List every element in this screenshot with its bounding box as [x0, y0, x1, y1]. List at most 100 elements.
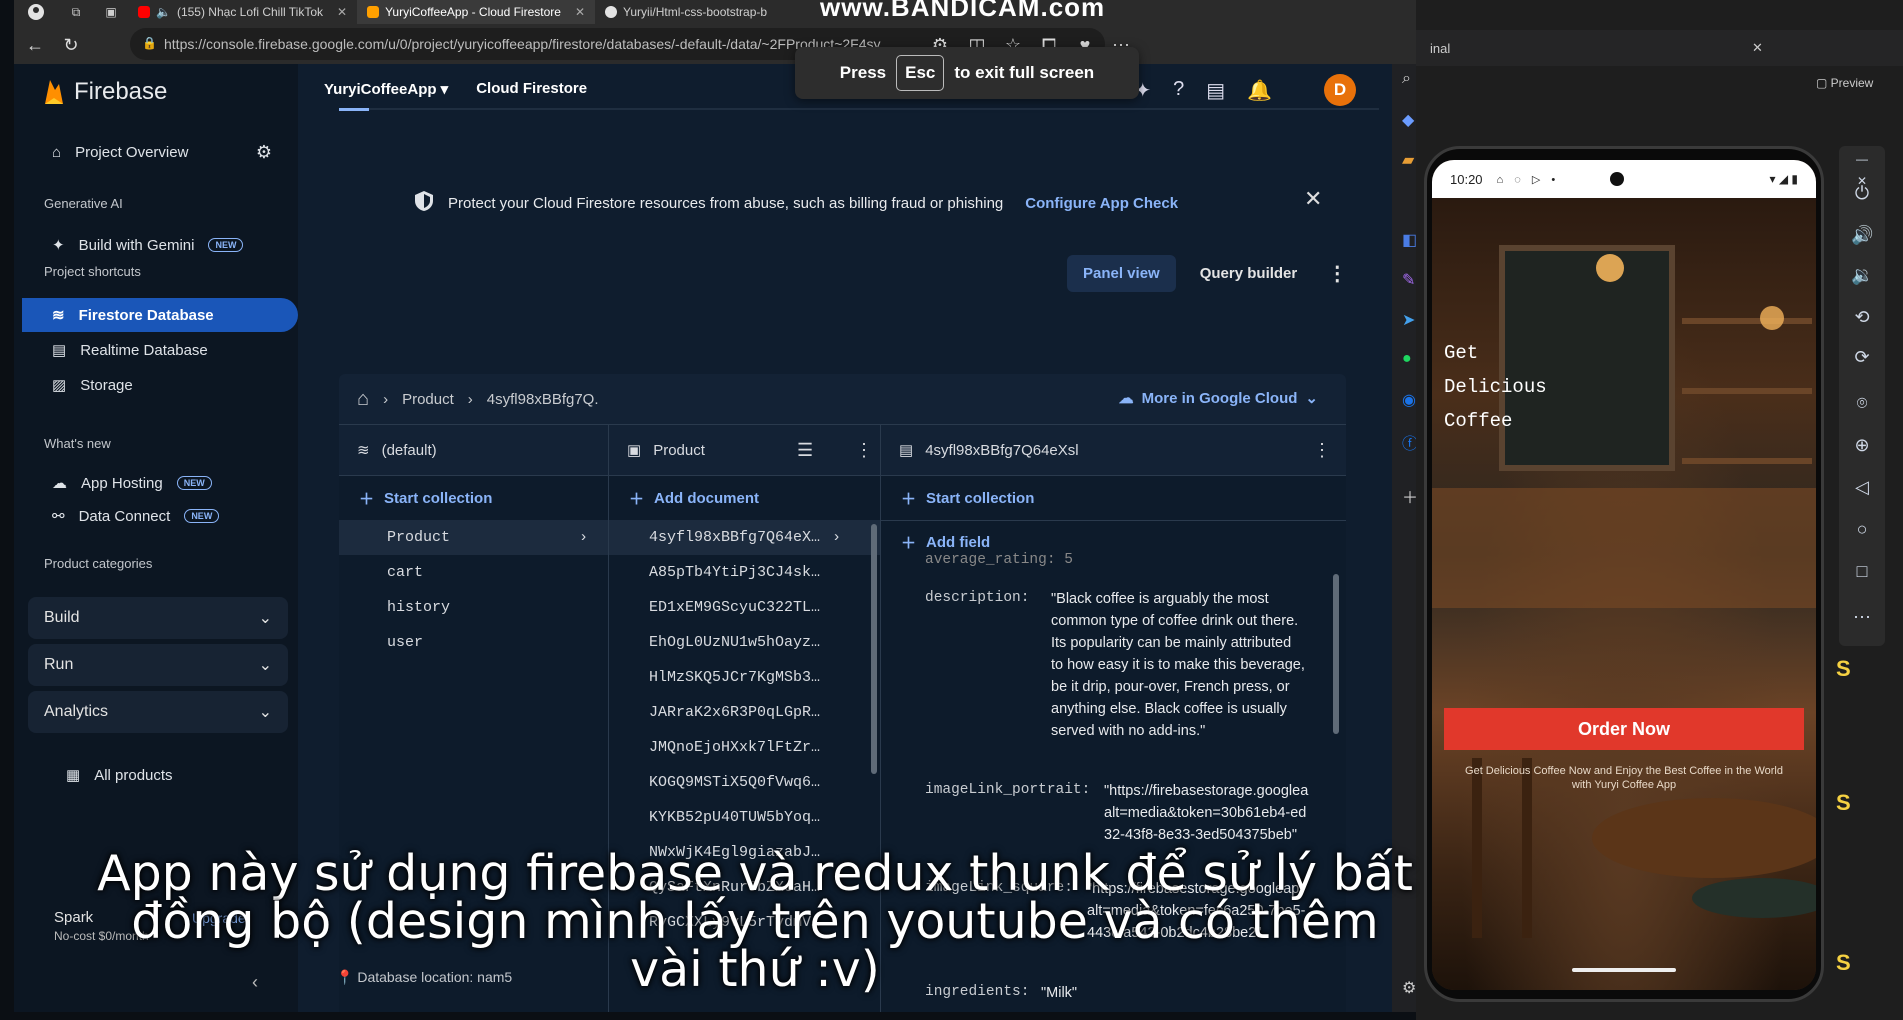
- document-item[interactable]: ED1xEM9GScyuC322TL…: [609, 590, 880, 625]
- tab-actions-icon[interactable]: ▣: [94, 5, 128, 19]
- zalo-icon[interactable]: ◉: [1402, 390, 1416, 410]
- outlook-icon[interactable]: ◧: [1402, 230, 1416, 250]
- configure-app-check-link[interactable]: Configure App Check: [1025, 195, 1178, 212]
- collection-item[interactable]: history: [339, 590, 608, 625]
- overview-nav-icon[interactable]: □: [1851, 560, 1873, 582]
- volume-up-icon[interactable]: 🔊: [1851, 224, 1873, 246]
- start-collection-button[interactable]: ＋ Start collection: [881, 476, 1346, 520]
- close-banner-icon[interactable]: ✕: [1304, 186, 1322, 212]
- preview-button[interactable]: ▢ Preview: [1816, 76, 1873, 90]
- document-item[interactable]: A85pTb4YtiPj3CJ4sk…: [609, 555, 880, 590]
- help-icon[interactable]: ?: [1173, 78, 1184, 103]
- sidebar-item-storage[interactable]: ▨ Storage: [22, 368, 292, 402]
- panel-view-button[interactable]: Panel view: [1067, 255, 1176, 292]
- volume-down-icon[interactable]: 🔉: [1851, 264, 1873, 286]
- briefcase-icon[interactable]: ▰: [1402, 150, 1414, 170]
- breadcrumb-collection[interactable]: Product: [402, 391, 454, 408]
- sidebar-item-app-hosting[interactable]: ☁ App Hosting NEW: [22, 466, 292, 500]
- fullscreen-hint: Press Esc to exit full screen: [795, 47, 1139, 99]
- settings-gear-icon[interactable]: ⚙: [256, 142, 272, 163]
- editor-tab[interactable]: inal ✕: [1416, 30, 1903, 66]
- avatar[interactable]: D: [1324, 74, 1356, 106]
- rotate-left-icon[interactable]: ⟲: [1851, 306, 1873, 328]
- collection-item[interactable]: cart: [339, 555, 608, 590]
- more-vert-icon[interactable]: ⋮: [1321, 261, 1347, 286]
- js-file-icon[interactable]: S: [1836, 656, 1851, 682]
- category-build[interactable]: Build ⌄: [28, 597, 288, 639]
- reload-icon[interactable]: ↻: [60, 34, 82, 56]
- close-tab-icon[interactable]: ✕: [575, 5, 585, 19]
- project-selector[interactable]: YuryiCoffeeApp ▾: [324, 80, 448, 98]
- firebase-favicon: [367, 6, 380, 18]
- close-tab-icon[interactable]: ✕: [337, 5, 347, 19]
- start-collection-button[interactable]: ＋ Start collection: [339, 476, 608, 520]
- collection-item[interactable]: Product ›: [339, 520, 608, 555]
- tab-youtube[interactable]: 🔈 (155) Nhạc Lofi Chill TikTok ✕: [128, 0, 357, 24]
- add-icon[interactable]: ＋: [1402, 484, 1416, 508]
- all-products[interactable]: ▦ All products: [22, 758, 292, 792]
- js-file-icon[interactable]: S: [1836, 790, 1851, 816]
- document-item[interactable]: KOGQ9MSTiX5Q0fVwq6…: [609, 765, 880, 800]
- close-icon[interactable]: ✕: [1752, 40, 1763, 56]
- tab-github[interactable]: Yuryii/Html-css-bootstrap-b: [595, 0, 777, 24]
- back-icon[interactable]: ←: [24, 34, 46, 56]
- scrollbar[interactable]: [871, 524, 877, 774]
- tag-icon[interactable]: ◆: [1402, 110, 1414, 130]
- document-id: ED1xEM9GScyuC322TL…: [649, 599, 821, 616]
- search-icon[interactable]: ⌕: [1402, 70, 1411, 88]
- category-label: Run: [44, 656, 74, 673]
- scrollbar[interactable]: [1333, 574, 1339, 734]
- tab-firestore[interactable]: YuryiCoffeeApp - Cloud Firestore ✕: [357, 0, 596, 24]
- home-nav-icon[interactable]: ○: [1851, 518, 1873, 540]
- document-item[interactable]: JMQnoEjoHXxk7lFtZr…: [609, 730, 880, 765]
- firebase-logo[interactable]: Firebase: [42, 78, 167, 106]
- more-vert-icon[interactable]: ⋮: [1313, 440, 1331, 461]
- sidebar-item-label: App Hosting: [81, 474, 163, 492]
- filter-icon[interactable]: ☰: [797, 440, 813, 461]
- more-vert-icon[interactable]: ⋮: [855, 440, 873, 461]
- spotify-icon[interactable]: ●: [1402, 350, 1412, 368]
- home-icon[interactable]: ⌂: [357, 388, 369, 411]
- notes-icon[interactable]: ▤: [1206, 78, 1225, 103]
- rotate-right-icon[interactable]: ⟳: [1851, 346, 1873, 368]
- power-icon[interactable]: ⏻: [1851, 182, 1873, 204]
- document-item[interactable]: 4syfl98xBBfg7Q64eX… ›: [609, 520, 880, 555]
- bell-icon[interactable]: 🔔: [1247, 78, 1272, 103]
- document-item[interactable]: KYKB52pU40TUW5bYoq…: [609, 800, 880, 835]
- document-item[interactable]: HlMzSKQ5JCr7KgMSb3…: [609, 660, 880, 695]
- facebook-icon[interactable]: ⓕ: [1402, 430, 1416, 454]
- sidebar-item-firestore[interactable]: ≋ Firestore Database: [22, 298, 298, 332]
- field-value[interactable]: "https://firebasestorage.googlea alt=med…: [1104, 780, 1314, 846]
- home-indicator[interactable]: [1572, 968, 1676, 972]
- document-item[interactable]: EhOgL0UzNU1w5hOayz…: [609, 625, 880, 660]
- profile-icon[interactable]: [14, 3, 58, 21]
- workspaces-icon[interactable]: ⧉: [58, 5, 94, 20]
- breadcrumb-document[interactable]: 4syfl98xBBfg7Q.: [487, 391, 599, 408]
- sidebar-item-realtime[interactable]: ▤ Realtime Database: [22, 333, 292, 367]
- document-item[interactable]: JARraK2x6R3P0qLGpR…: [609, 695, 880, 730]
- query-builder-button[interactable]: Query builder: [1184, 255, 1314, 292]
- zoom-icon[interactable]: ⊕: [1851, 434, 1873, 456]
- js-file-icon[interactable]: S: [1836, 950, 1851, 976]
- phone-screen: 10:20 ⌂ ◌ ▷ • ▾ ◢ ▮ Get Delicious Coffee…: [1432, 160, 1816, 990]
- add-document-button[interactable]: ＋ Add document: [609, 476, 880, 520]
- document-id: A85pTb4YtiPj3CJ4sk…: [649, 564, 821, 581]
- category-run[interactable]: Run ⌄: [28, 644, 288, 686]
- more-in-google-cloud[interactable]: ☁ More in Google Cloud ⌄: [1119, 389, 1318, 408]
- minimize-icon[interactable]: — ✕: [1851, 148, 1873, 188]
- section-shortcuts: Project shortcuts: [44, 264, 141, 279]
- project-overview[interactable]: ⌂ Project Overview ⚙: [22, 130, 292, 174]
- order-now-button[interactable]: Order Now: [1444, 708, 1804, 750]
- sidebar-item-data-connect[interactable]: ⚯ Data Connect NEW: [22, 499, 292, 533]
- speaker-icon[interactable]: 🔈: [156, 5, 171, 19]
- telegram-icon[interactable]: ➤: [1402, 310, 1415, 330]
- more-options-icon[interactable]: ⋯: [1851, 606, 1873, 628]
- lock-icon: 🔒: [142, 36, 157, 50]
- collection-item[interactable]: user: [339, 625, 608, 660]
- category-analytics[interactable]: Analytics ⌄: [28, 691, 288, 733]
- back-nav-icon[interactable]: ◁: [1851, 476, 1873, 498]
- field-value[interactable]: "Black coffee is arguably the most commo…: [1051, 588, 1306, 742]
- brush-icon[interactable]: ✎: [1402, 270, 1415, 290]
- camera-icon[interactable]: ⌾: [1851, 392, 1873, 414]
- sidebar-item-gemini[interactable]: ✦ Build with Gemini NEW: [22, 228, 292, 262]
